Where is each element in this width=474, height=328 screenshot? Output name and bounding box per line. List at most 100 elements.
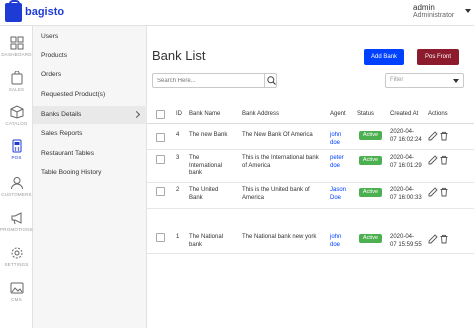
dashboard-icon — [10, 36, 23, 50]
table-row: 2 The United Bank This is the United bank… — [147, 184, 474, 209]
nav-sales[interactable]: SALES — [0, 71, 33, 92]
cell-created-at: 2020-04- 07 15:59:55 — [390, 234, 422, 248]
cell-created-at: 2020-04- 07 16:02:24 — [390, 129, 422, 143]
nav-pos-label: POS — [11, 155, 22, 160]
cell-agent-link[interactable]: john doe — [330, 132, 341, 147]
nav-promotions[interactable]: PROMOTIONS — [0, 211, 33, 232]
catalog-icon — [10, 105, 23, 119]
subnav-item-orders[interactable]: Orders — [33, 66, 147, 84]
subnav-item-products[interactable]: Products — [33, 47, 147, 65]
delete-icon[interactable] — [439, 131, 449, 141]
filter-select-value: Filter — [390, 77, 404, 83]
row-checkbox[interactable] — [156, 233, 165, 242]
nav-cms-label: CMS — [11, 297, 22, 302]
cell-bank-address: This is the International bank of America — [242, 155, 319, 169]
status-badge: Active — [359, 156, 382, 165]
search-icon — [267, 76, 276, 85]
column-header-status[interactable]: Status — [357, 111, 374, 117]
column-header-id[interactable]: ID — [176, 111, 182, 117]
table-row: 3 The International bank This is the Inter… — [147, 151, 474, 183]
subnav-item-banks-details[interactable]: Banks Details — [33, 106, 147, 124]
cell-id: 4 — [176, 132, 180, 138]
nav-settings-label: SETTINGS — [4, 262, 29, 267]
row-checkbox[interactable] — [156, 133, 165, 142]
pos-front-button[interactable]: Pos Front — [417, 49, 459, 65]
nav-catalog[interactable]: CATALOG — [0, 105, 33, 126]
edit-icon[interactable] — [428, 234, 438, 244]
subnav-item-table-booking-history[interactable]: Table Booing History — [33, 164, 147, 182]
customers-icon — [10, 177, 23, 190]
subnav-item-restaurant-tables[interactable]: Restaurant Tables — [33, 145, 147, 163]
status-badge: Active — [359, 188, 382, 197]
nav-settings[interactable]: SETTINGS — [0, 246, 33, 267]
nav-cms[interactable]: CMS — [0, 281, 33, 302]
cell-agent-link[interactable]: peter doe — [330, 155, 344, 170]
subnav-item-users[interactable]: Users — [33, 28, 147, 46]
cell-bank-name: The National bank — [189, 234, 224, 248]
cell-created-at: 2020-04- 07 16:01:29 — [390, 155, 422, 169]
subnav-item-sales-reports[interactable]: Sales Reports — [33, 125, 147, 143]
cell-agent-link[interactable]: john doe — [330, 234, 341, 249]
cell-id: 1 — [176, 234, 180, 240]
nav-dashboard[interactable]: DASHBOARD — [0, 36, 33, 57]
select-all-checkbox[interactable] — [156, 110, 165, 119]
cell-bank-name: The United Bank — [189, 187, 219, 201]
cell-id: 3 — [176, 155, 180, 161]
icon-sidebar: DASHBOARD SALES CATALOG POS CUSTOMERS PR… — [0, 26, 33, 328]
row-checkbox[interactable] — [156, 155, 165, 164]
cell-created-at: 2020-04- 07 16:00:33 — [390, 187, 422, 201]
nav-promotions-label: PROMOTIONS — [0, 227, 33, 232]
subnav-item-banks-details-label: Banks Details — [41, 111, 82, 118]
column-header-actions: Actions — [428, 111, 448, 117]
top-bar: bagisto admin Administrator — [0, 0, 474, 26]
filter-select[interactable]: Filter — [385, 73, 464, 88]
chevron-down-icon — [453, 79, 459, 83]
main-content: Bank List Add Bank Pos Front Filter ID B… — [147, 26, 474, 328]
cms-icon — [10, 282, 23, 294]
edit-icon[interactable] — [428, 187, 438, 197]
edit-icon[interactable] — [428, 131, 438, 141]
nav-dashboard-label: DASHBOARD — [1, 52, 32, 57]
row-checkbox[interactable] — [156, 187, 165, 196]
search-button[interactable] — [264, 74, 277, 87]
add-bank-button[interactable]: Add Bank — [364, 49, 404, 65]
search-input[interactable] — [153, 74, 263, 87]
cell-bank-name: The new Bank — [189, 132, 228, 138]
pos-subnav: Users Products Orders Requested Product(… — [33, 26, 147, 328]
promotions-icon — [11, 212, 21, 225]
sales-icon — [11, 71, 22, 85]
status-badge: Active — [359, 131, 382, 140]
column-header-created-at[interactable]: Created At — [390, 111, 418, 117]
nav-customers[interactable]: CUSTOMERS — [0, 176, 33, 197]
table-row: 4 The new Bank The New Bank Of America j… — [147, 125, 474, 150]
settings-icon — [11, 247, 22, 259]
bagisto-logo-icon[interactable] — [5, 0, 22, 22]
cell-bank-address: The National bank new york — [242, 234, 317, 240]
page-title: Bank List — [152, 48, 206, 63]
edit-icon[interactable] — [428, 155, 438, 165]
nav-catalog-label: CATALOG — [5, 121, 28, 126]
cell-bank-address: This is the United bank of America — [242, 187, 310, 201]
table-row: 1 The National bank The National bank new… — [147, 210, 474, 254]
table-header: ID Bank Name Bank Address Agent Status C… — [147, 107, 474, 124]
nav-customers-label: CUSTOMERS — [1, 192, 32, 197]
column-header-agent[interactable]: Agent — [330, 111, 346, 117]
user-role: Administrator — [413, 12, 455, 19]
column-header-bank-name[interactable]: Bank Name — [189, 111, 220, 117]
column-header-bank-address[interactable]: Bank Address — [242, 111, 279, 117]
search-box — [152, 73, 277, 88]
cell-bank-address: The New Bank Of America — [242, 132, 313, 138]
status-badge: Active — [359, 234, 382, 243]
subnav-item-requested-products[interactable]: Requested Product(s) — [33, 86, 147, 104]
nav-sales-label: SALES — [8, 87, 25, 92]
user-name[interactable]: admin — [413, 3, 435, 12]
delete-icon[interactable] — [439, 155, 449, 165]
chevron-right-icon — [132, 110, 141, 119]
nav-pos[interactable]: POS — [0, 139, 33, 160]
cell-agent-link[interactable]: Jason Doe — [330, 187, 346, 202]
cell-bank-name: The International bank — [189, 155, 223, 176]
delete-icon[interactable] — [439, 234, 449, 244]
delete-icon[interactable] — [439, 187, 449, 197]
user-menu-chevron-down-icon[interactable] — [465, 9, 471, 13]
brand-name[interactable]: bagisto — [25, 6, 64, 18]
